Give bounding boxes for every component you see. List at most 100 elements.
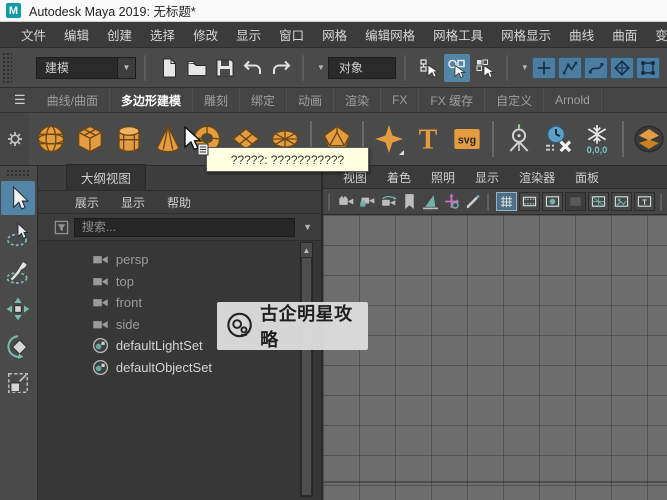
delete-history-icon[interactable]: [540, 119, 576, 159]
resolution-gate-icon[interactable]: [542, 192, 563, 211]
image-plane-icon[interactable]: [421, 192, 440, 212]
shelf-tab-渲染[interactable]: 渲染: [334, 88, 382, 112]
filter-icon[interactable]: [54, 220, 69, 235]
separator[interactable]: [302, 54, 306, 81]
shelf-tab-FX 缓存[interactable]: FX 缓存: [419, 88, 486, 112]
menu-item-变形[interactable]: 变形: [646, 22, 667, 47]
menu-item-曲线[interactable]: 曲线: [560, 22, 603, 47]
poly-cylinder-icon[interactable]: [111, 119, 147, 159]
chevron-down-icon[interactable]: ▼: [317, 63, 325, 72]
shelf-tab-FX[interactable]: FX: [381, 88, 420, 112]
drag-grip[interactable]: [6, 169, 31, 177]
svg-tool-icon[interactable]: [449, 119, 485, 159]
redo-icon[interactable]: [268, 54, 294, 82]
menu-item-窗口[interactable]: 窗口: [270, 22, 313, 47]
snap-to-grid-icon[interactable]: [531, 56, 556, 79]
chevron-down-icon[interactable]: ▼: [117, 57, 135, 78]
chevron-down-icon[interactable]: ▼: [521, 63, 529, 72]
safe-action-icon[interactable]: [611, 192, 632, 211]
viewport-canvas[interactable]: [323, 215, 667, 500]
snap-to-curves-icon[interactable]: [583, 56, 608, 79]
selection-mask-dropdown[interactable]: 对象: [327, 56, 396, 79]
outliner-item-defaultObjectSet[interactable]: defaultObjectSet: [38, 357, 321, 379]
separator[interactable]: [144, 54, 148, 81]
type-tool-icon[interactable]: [410, 119, 446, 159]
chevron-down-icon[interactable]: ▼: [300, 222, 315, 232]
menu-item-编辑[interactable]: 编辑: [55, 22, 98, 47]
select-by-component-icon[interactable]: [472, 54, 498, 82]
outliner-scrollbar[interactable]: ▲: [300, 242, 313, 497]
shelf-tab-自定义[interactable]: 自定义: [485, 88, 545, 112]
film-gate-icon[interactable]: [519, 192, 540, 211]
open-scene-icon[interactable]: [184, 54, 210, 82]
grid-toggle-icon[interactable]: [496, 192, 517, 211]
shelf-tab-Arnold[interactable]: Arnold: [544, 88, 602, 112]
camera-icon[interactable]: [337, 192, 356, 212]
field-chart-icon[interactable]: [588, 192, 609, 211]
shelf-tab-多边形建模[interactable]: 多边形建模: [110, 88, 194, 112]
scrollbar-thumb[interactable]: [302, 258, 311, 495]
tab-outliner[interactable]: 大纲视图: [65, 164, 146, 190]
save-scene-icon[interactable]: [212, 54, 238, 82]
separator[interactable]: [403, 54, 408, 81]
poly-cube-icon[interactable]: [72, 119, 108, 159]
menu-item-网格工具[interactable]: 网格工具: [424, 22, 492, 47]
shelf-menu-icon[interactable]: ☰: [14, 92, 26, 108]
shelf-tab-动画[interactable]: 动画: [287, 88, 335, 112]
scroll-up-icon[interactable]: ▲: [301, 243, 312, 257]
outliner-menu-帮助[interactable]: 帮助: [156, 194, 202, 211]
rotate-tool-icon[interactable]: [1, 329, 35, 363]
drag-grip[interactable]: [2, 51, 12, 84]
select-tool-icon[interactable]: [1, 181, 36, 215]
snap-to-points-icon[interactable]: [557, 56, 582, 79]
outliner-item-persp[interactable]: persp: [38, 249, 321, 271]
outliner-menu-展示[interactable]: 展示: [64, 194, 110, 211]
viewport-menu-着色[interactable]: 着色: [377, 169, 421, 186]
grease-pencil-icon[interactable]: [463, 192, 482, 212]
menu-item-显示[interactable]: 显示: [227, 22, 270, 47]
menu-set-dropdown[interactable]: 建模 ▼: [36, 56, 136, 79]
shelf-tab-雕刻[interactable]: 雕刻: [193, 88, 241, 112]
menu-item-创建[interactable]: 创建: [98, 22, 141, 47]
search-input[interactable]: [73, 217, 296, 237]
undo-icon[interactable]: [240, 54, 266, 82]
gear-icon[interactable]: [6, 130, 24, 148]
gate-mask-icon[interactable]: [565, 192, 586, 211]
separator[interactable]: [505, 54, 510, 81]
camera-orbit-icon[interactable]: [379, 192, 398, 212]
menu-item-编辑网格[interactable]: 编辑网格: [356, 22, 424, 47]
menu-item-网格[interactable]: 网格: [313, 22, 356, 47]
poly-sphere-icon[interactable]: [33, 119, 69, 159]
select-by-hierarchy-icon[interactable]: [416, 54, 442, 82]
shelf-tab-曲线/曲面[interactable]: 曲线/曲面: [36, 88, 110, 112]
live-surface-icon[interactable]: [635, 56, 660, 79]
menu-item-修改[interactable]: 修改: [184, 22, 227, 47]
select-by-object-icon[interactable]: [443, 53, 470, 82]
poly-cone-icon[interactable]: [150, 119, 186, 159]
bookmark-icon[interactable]: [400, 192, 419, 212]
menu-item-网格显示[interactable]: 网格显示: [492, 22, 560, 47]
new-scene-icon[interactable]: [156, 54, 182, 82]
move-tool-icon[interactable]: [1, 292, 35, 326]
lasso-tool-icon[interactable]: [1, 218, 35, 252]
menu-item-曲面[interactable]: 曲面: [603, 22, 646, 47]
outliner-item-top[interactable]: top: [38, 271, 321, 293]
safe-title-icon[interactable]: [634, 192, 655, 211]
super-shape-icon[interactable]: [371, 119, 407, 159]
viewport-menu-面板[interactable]: 面板: [565, 169, 609, 186]
snap-to-planes-icon[interactable]: [609, 56, 634, 79]
viewport-menu-显示[interactable]: 显示: [465, 169, 509, 186]
menu-item-文件[interactable]: 文件: [12, 22, 55, 47]
viewport-menu-渲染器[interactable]: 渲染器: [509, 169, 565, 186]
camera-lock-icon[interactable]: [358, 192, 377, 212]
smooth-mesh-icon[interactable]: [631, 119, 667, 159]
paint-select-tool-icon[interactable]: [1, 255, 35, 289]
center-pivot-icon[interactable]: [501, 119, 537, 159]
scale-tool-icon[interactable]: [1, 366, 35, 400]
shelf-tab-绑定[interactable]: 绑定: [240, 88, 288, 112]
menu-item-选择[interactable]: 选择: [141, 22, 184, 47]
pan-zoom-icon[interactable]: [442, 192, 461, 212]
freeze-transform-icon[interactable]: [579, 119, 615, 159]
outliner-menu-显示[interactable]: 显示: [110, 194, 156, 211]
viewport-menu-照明[interactable]: 照明: [421, 169, 465, 186]
